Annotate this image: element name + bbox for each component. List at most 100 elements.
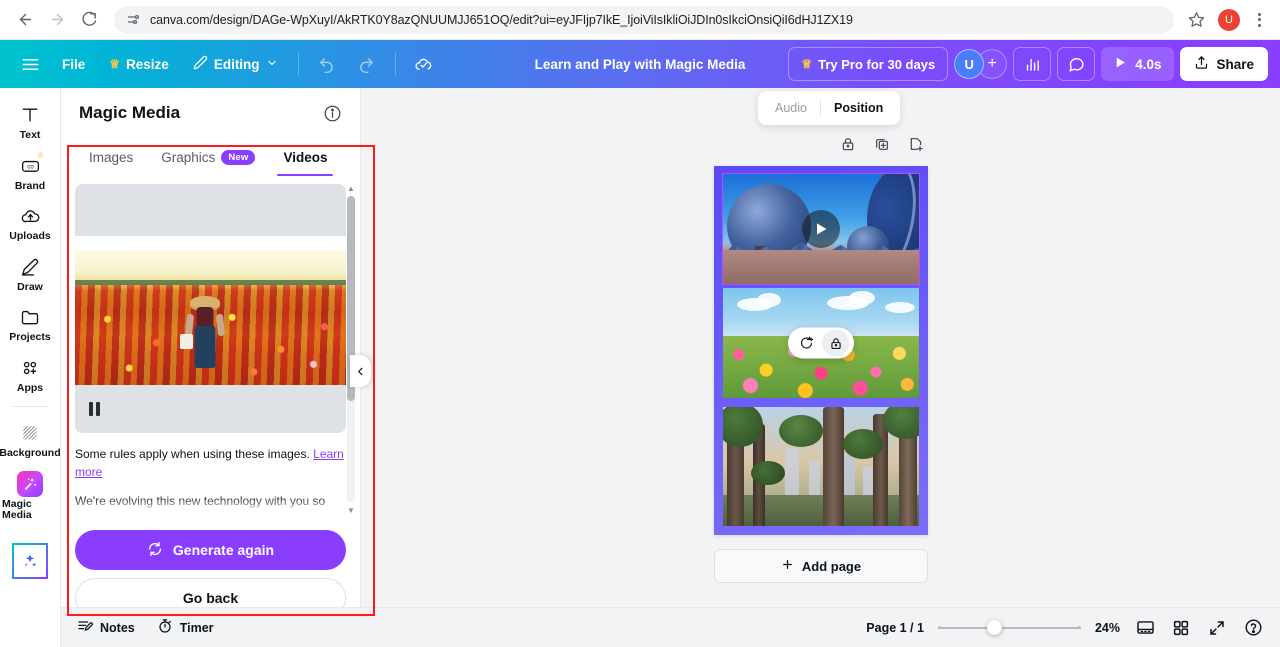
zoom-level-label[interactable]: 24% xyxy=(1095,621,1120,635)
panel-tabs: Images Graphics New Videos xyxy=(61,138,360,176)
page-view-icon[interactable] xyxy=(1134,617,1156,639)
comment-bubble-icon[interactable] xyxy=(1057,47,1096,81)
share-button[interactable]: Share xyxy=(1180,47,1268,81)
notes-button[interactable]: Notes xyxy=(77,618,135,637)
sidebar-item-projects[interactable]: Projects xyxy=(2,298,58,349)
insights-bar-chart-icon[interactable] xyxy=(1013,47,1052,81)
video-controls[interactable] xyxy=(75,385,346,433)
undo-icon[interactable] xyxy=(309,47,345,81)
file-menu-button[interactable]: File xyxy=(52,48,95,80)
avatar[interactable]: U xyxy=(1218,8,1240,31)
back-arrow-icon[interactable] xyxy=(10,5,40,35)
timer-button[interactable]: Timer xyxy=(157,618,214,637)
tab-videos[interactable]: Videos xyxy=(269,138,341,176)
editing-label: Editing xyxy=(213,56,260,72)
resize-button[interactable]: ♕ Resize xyxy=(99,48,179,80)
cloud xyxy=(757,293,781,307)
tab-graphics[interactable]: Graphics New xyxy=(147,138,269,176)
star-icon[interactable] xyxy=(1182,6,1210,34)
tree-canopy xyxy=(779,415,823,447)
lock-icon[interactable] xyxy=(837,133,859,155)
slider-max-dot xyxy=(1077,626,1081,629)
play-duration-label: 4.0s xyxy=(1135,56,1162,72)
new-badge: New xyxy=(221,149,256,165)
generate-again-button[interactable]: Generate again xyxy=(75,530,346,570)
avatar[interactable]: U xyxy=(954,49,985,79)
scrollbar-track[interactable] xyxy=(347,196,355,502)
pause-icon[interactable] xyxy=(89,402,100,416)
file-label: File xyxy=(62,56,86,72)
grid-view-icon[interactable] xyxy=(1170,617,1192,639)
tulip-field-video-preview[interactable] xyxy=(75,184,346,433)
scroll-up-arrow-icon[interactable]: ▲ xyxy=(345,182,357,194)
lock-icon[interactable] xyxy=(822,329,849,357)
duplicate-page-icon[interactable] xyxy=(871,133,893,155)
site-settings-icon[interactable] xyxy=(126,12,141,27)
tab-position[interactable]: Position xyxy=(821,95,896,121)
plus-icon xyxy=(781,558,794,574)
forward-arrow-icon[interactable] xyxy=(42,5,72,35)
collaborators-group: U + xyxy=(954,49,1008,79)
flower-field-video[interactable] xyxy=(723,288,919,398)
design-page[interactable] xyxy=(714,166,928,535)
page-title[interactable]: Learn and Play with Magic Media xyxy=(535,57,746,72)
sidebar-item-background[interactable]: Background xyxy=(0,414,61,465)
sidebar-item-text[interactable]: Text xyxy=(2,96,58,147)
help-circle-icon[interactable] xyxy=(1242,617,1264,639)
divider xyxy=(297,53,299,75)
sidebar-item-draw[interactable]: Draw xyxy=(2,248,58,299)
forest-city-video[interactable] xyxy=(723,407,919,526)
cloud-saved-icon[interactable] xyxy=(406,47,442,81)
brand-icon: co ♕ xyxy=(20,150,45,178)
left-sidebar: Text co ♕ Brand Uploads Draw Projects Ap… xyxy=(0,88,61,647)
collapse-panel-button[interactable] xyxy=(350,355,371,387)
add-page-icon[interactable] xyxy=(905,133,927,155)
toolbar-right-group: ♕ Try Pro for 30 days U + 4.0s Share xyxy=(788,47,1268,81)
resize-label: Resize xyxy=(126,56,169,72)
sidebar-item-brand[interactable]: co ♕ Brand xyxy=(2,147,58,198)
editing-mode-button[interactable]: Editing xyxy=(183,48,288,80)
scroll-down-arrow-icon[interactable]: ▼ xyxy=(345,504,357,516)
hamburger-menu-icon[interactable] xyxy=(12,47,48,81)
refresh-icon xyxy=(147,541,163,560)
slider-track[interactable] xyxy=(937,626,1081,629)
try-pro-label: Try Pro for 30 days xyxy=(818,56,936,72)
add-page-button[interactable]: Add page xyxy=(714,549,928,583)
sidebar-item-label: Background xyxy=(0,447,61,460)
tree-trunk xyxy=(823,407,844,526)
sidebar-item-apps[interactable]: Apps xyxy=(2,349,58,400)
sparkle-assistant-icon[interactable] xyxy=(12,542,48,579)
sidebar-item-magic-media[interactable]: Magic Media xyxy=(2,465,58,527)
animate-icon[interactable] xyxy=(793,330,820,357)
try-pro-button[interactable]: ♕ Try Pro for 30 days xyxy=(788,47,949,81)
apps-grid-icon xyxy=(20,356,40,380)
address-bar[interactable]: canva.com/design/DAGe-WpXuyI/AkRTK0Y8azQ… xyxy=(114,5,1174,34)
page-tools xyxy=(837,133,927,155)
pencil-icon xyxy=(193,55,208,73)
alien-moons-video[interactable] xyxy=(722,173,920,285)
panel-scrollbar[interactable]: ▲ ▼ xyxy=(345,182,357,516)
zoom-slider[interactable] xyxy=(937,620,1081,635)
disclaimer-text: Some rules apply when using these images… xyxy=(75,447,310,461)
reload-icon[interactable] xyxy=(74,5,104,35)
sidebar-item-label: Text xyxy=(19,129,41,141)
info-circle-icon[interactable] xyxy=(323,104,342,123)
tab-images[interactable]: Images xyxy=(75,138,147,176)
redo-icon[interactable] xyxy=(349,47,385,81)
svg-text:co: co xyxy=(27,164,34,171)
timer-icon xyxy=(157,618,173,637)
play-icon[interactable] xyxy=(802,210,840,248)
sidebar-item-label: Brand xyxy=(14,179,46,192)
browser-toolbar: canva.com/design/DAGe-WpXuyI/AkRTK0Y8azQ… xyxy=(0,0,1280,40)
crown-icon: ♕ xyxy=(801,57,813,71)
canvas-area[interactable]: Audio Position Add page xyxy=(361,88,1280,647)
sidebar-item-label: Projects xyxy=(9,331,51,344)
panel-header: Magic Media xyxy=(61,88,360,138)
kebab-menu-icon[interactable] xyxy=(1248,12,1270,27)
expand-icon[interactable] xyxy=(1206,617,1228,639)
preview-play-button[interactable]: 4.0s xyxy=(1101,47,1175,81)
sidebar-item-uploads[interactable]: Uploads xyxy=(2,197,58,248)
video-letterbox-top xyxy=(75,184,346,236)
slider-handle[interactable] xyxy=(986,620,1002,635)
tab-audio[interactable]: Audio xyxy=(762,95,820,121)
